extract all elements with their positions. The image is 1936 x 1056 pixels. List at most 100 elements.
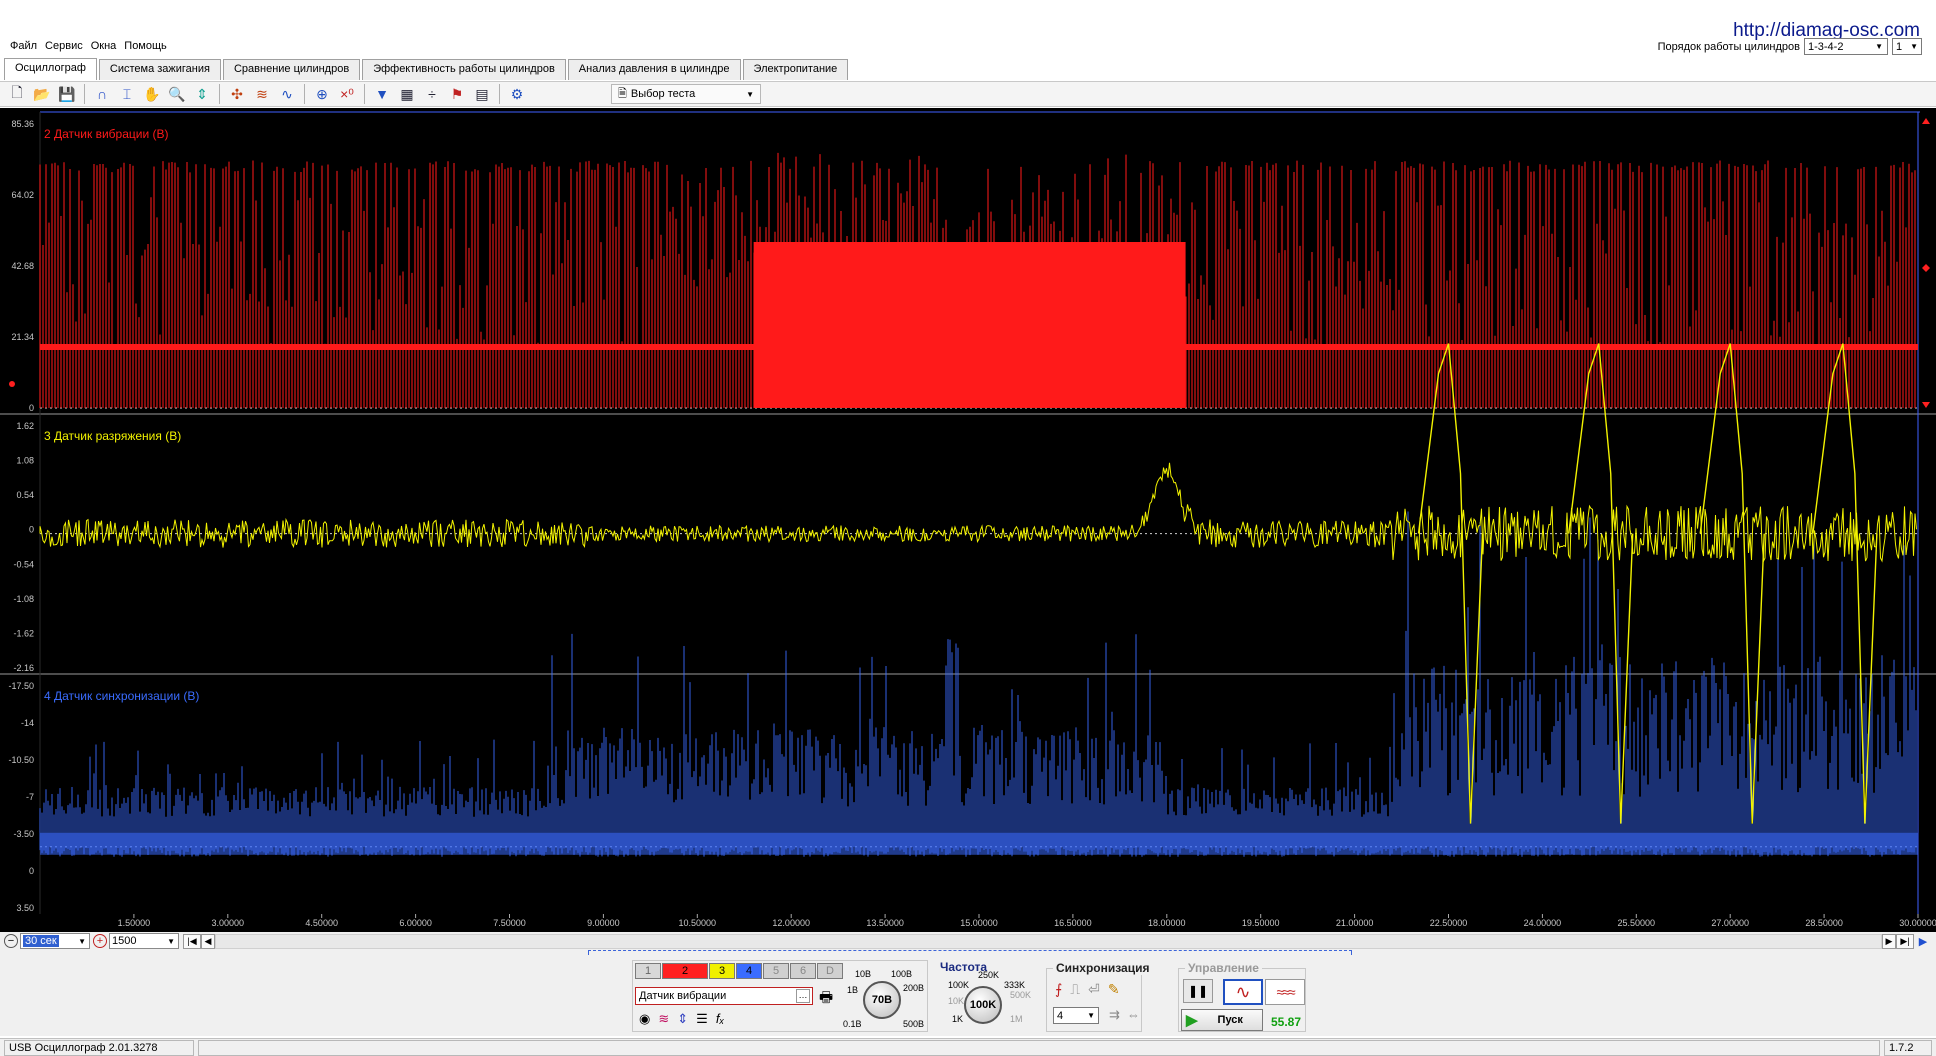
more-options-icon[interactable]: …: [796, 989, 810, 1003]
y-tick-label: -3.50: [13, 829, 34, 839]
y-tick-label: 1.08: [16, 456, 34, 466]
trigger-auto-icon[interactable]: ✎: [1108, 981, 1120, 998]
time-scale-value: 30 сек: [23, 935, 59, 947]
save-icon[interactable]: 💾: [56, 83, 78, 105]
y-tick-label: 1.62: [16, 421, 34, 431]
zoom-icon[interactable]: 🔍: [166, 83, 188, 105]
time-scale-select[interactable]: 30 сек ▼: [20, 933, 90, 949]
tab-cylinder-efficiency[interactable]: Эффективность работы цилиндров: [362, 59, 566, 80]
freq-label: 1K: [952, 1014, 964, 1024]
signal-filter-icon[interactable]: ✣: [226, 83, 248, 105]
test-select-label: Выбор теста: [630, 88, 696, 100]
marker-flag-icon[interactable]: ⚑: [446, 83, 468, 105]
signal-invert-icon[interactable]: ≋: [658, 1011, 669, 1027]
channel-1-button[interactable]: 1: [635, 963, 661, 979]
auto-settings-icon[interactable]: ⚙: [506, 83, 528, 105]
freq-label: 1M: [1010, 1014, 1023, 1024]
toolbar-separator: [304, 84, 305, 104]
continuous-mode-button[interactable]: ≈≈≈: [1265, 979, 1305, 1005]
sensor-field-value: Датчик вибрации: [639, 990, 727, 1002]
y-tick-label: 0: [29, 525, 34, 535]
auto-measure-icon[interactable]: ⊕: [311, 83, 333, 105]
skip-end-icon[interactable]: ▶|: [1896, 933, 1914, 949]
channel-d-button[interactable]: D: [817, 963, 843, 979]
sensor-field[interactable]: Датчик вибрации …: [635, 987, 813, 1005]
amp-label: 1В: [847, 985, 859, 995]
firing-order-select[interactable]: 1-3-4-2 ▼: [1804, 38, 1888, 55]
zero-offset-icon[interactable]: ×⁰: [336, 83, 358, 105]
fit-icon[interactable]: ⇕: [191, 83, 213, 105]
sync-level-icon[interactable]: ⇉: [1109, 1007, 1120, 1023]
open-folder-icon[interactable]: 📂: [31, 83, 53, 105]
sync-channel-select[interactable]: 4 ▼: [1053, 1007, 1099, 1024]
x-tick-label: 28.50000: [1805, 918, 1843, 928]
x-tick-label: 4.50000: [305, 918, 338, 928]
pause-button[interactable]: ❚❚: [1183, 979, 1213, 1003]
lines-icon[interactable]: ☰: [696, 1011, 708, 1027]
filter-funnel-icon[interactable]: ▼: [371, 83, 393, 105]
play-icon: ▶: [1186, 1012, 1198, 1029]
x-tick-label: 6.00000: [399, 918, 432, 928]
tab-power-supply[interactable]: Электропитание: [742, 59, 849, 80]
cursor-measure-icon[interactable]: ⌶: [116, 83, 138, 105]
channel-4-button[interactable]: 4: [736, 963, 762, 979]
split-icon[interactable]: ÷: [421, 83, 443, 105]
printer-icon[interactable]: 🖶: [819, 987, 833, 1012]
vertical-offset-icon[interactable]: ⇕: [677, 1011, 688, 1027]
x-tick-label: 9.00000: [587, 918, 620, 928]
horizontal-scrollbar[interactable]: [215, 933, 1882, 949]
oscilloscope-canvas[interactable]: 2 Датчик вибрации (В) 85.36 64.02 42.68 21.3…: [0, 108, 1936, 932]
firing-order-value: 1-3-4-2: [1808, 40, 1844, 53]
channel-5-button[interactable]: 5: [763, 963, 789, 979]
toolbar-separator: [499, 84, 500, 104]
x-tick-label: 30.00000: [1899, 918, 1936, 928]
tab-oscilloscope[interactable]: Осциллограф: [4, 58, 97, 80]
start-button[interactable]: ▶ Пуск: [1181, 1009, 1263, 1031]
sync-link-icon[interactable]: ⇔: [1127, 1007, 1140, 1022]
channel-6-button[interactable]: 6: [790, 963, 816, 979]
channel-2-button[interactable]: 2: [662, 963, 708, 979]
single-mode-button[interactable]: ∿: [1223, 979, 1263, 1005]
menu-service[interactable]: Сервис: [43, 38, 85, 56]
x-tick-label: 21.00000: [1336, 918, 1374, 928]
tab-pressure-analysis[interactable]: Анализ давления в цилиндре: [567, 59, 741, 80]
zoom-in-icon[interactable]: +: [93, 934, 107, 948]
new-file-icon[interactable]: 🗋: [6, 83, 28, 105]
tab-cylinder-compare[interactable]: Сравнение цилиндров: [222, 59, 361, 80]
sync-icons: ⨍ ⎍ ⏎ ✎: [1055, 981, 1120, 998]
probe-icon[interactable]: ◉: [639, 1011, 650, 1027]
points-select[interactable]: 1500 ▼: [109, 933, 179, 949]
hand-pan-icon[interactable]: ✋: [141, 83, 163, 105]
zoom-out-icon[interactable]: −: [4, 934, 18, 948]
trigger-rise-icon[interactable]: ⨍: [1055, 981, 1062, 998]
menu-windows[interactable]: Окна: [89, 38, 119, 56]
y-tick-label: 3.50: [16, 903, 34, 913]
scroll-right-icon[interactable]: ▶: [1882, 933, 1896, 949]
y-tick-label: -1.62: [13, 628, 34, 638]
freq-label: 10K: [948, 996, 965, 1006]
y-tick-label: -14: [21, 718, 34, 728]
test-select-dropdown[interactable]: 🗎 Выбор теста ▼: [611, 84, 761, 104]
trigger-pulse-icon[interactable]: ⎍: [1070, 981, 1080, 998]
math-function-icon[interactable]: fₓ: [716, 1011, 725, 1027]
amplitude-knob[interactable]: 70В: [863, 981, 901, 1019]
skip-start-icon[interactable]: |◀: [183, 933, 201, 949]
menu-help[interactable]: Помощь: [122, 38, 169, 56]
tab-ignition[interactable]: Система зажигания: [98, 59, 221, 80]
play-scroll-icon[interactable]: ▶: [1914, 934, 1932, 949]
panel-splitter[interactable]: [588, 950, 1352, 955]
trigger-fall-icon[interactable]: ⏎: [1088, 981, 1100, 998]
oscilloscope-view[interactable]: 2 Датчик вибрации (В) 85.36 64.02 42.68 21.3…: [0, 108, 1936, 932]
grid-icon[interactable]: ▦: [396, 83, 418, 105]
waveform-alt-icon[interactable]: ∿: [276, 83, 298, 105]
report-icon[interactable]: ▤: [471, 83, 493, 105]
frequency-knob[interactable]: 100K: [964, 986, 1002, 1024]
channel-3-button[interactable]: 3: [709, 963, 735, 979]
cylinder-select[interactable]: 1 ▼: [1892, 38, 1922, 55]
menu-file[interactable]: Файл: [8, 38, 39, 56]
vibration-dense-block: [753, 242, 1186, 408]
waveform-icon[interactable]: ≋: [251, 83, 273, 105]
scroll-left-icon[interactable]: ◀: [201, 933, 215, 949]
chevron-down-icon: ▼: [746, 89, 754, 99]
magnet-icon[interactable]: ∩: [91, 83, 113, 105]
